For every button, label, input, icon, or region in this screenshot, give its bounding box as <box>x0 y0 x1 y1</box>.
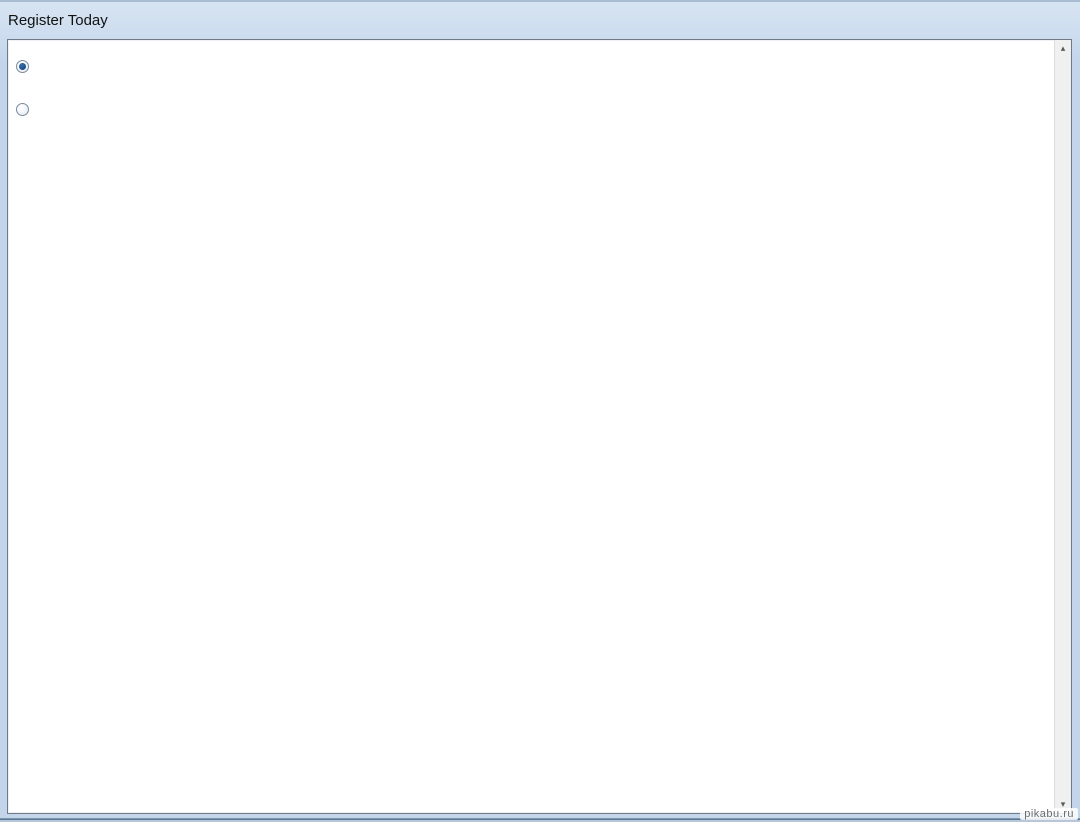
option-1-radio[interactable] <box>16 60 29 73</box>
vertical-scrollbar[interactable]: ▴ ▾ <box>1054 40 1071 813</box>
register-window: Register Today ▴ ▾ <box>0 0 1080 820</box>
content-pane: ▴ ▾ <box>7 39 1072 814</box>
option-2-radio[interactable] <box>16 103 29 116</box>
bottom-edge <box>0 818 1080 820</box>
window-title: Register Today <box>8 12 108 29</box>
registration-options <box>16 60 29 116</box>
scroll-up-arrow-icon[interactable]: ▴ <box>1055 40 1071 57</box>
watermark-text: pikabu.ru <box>1020 808 1078 820</box>
